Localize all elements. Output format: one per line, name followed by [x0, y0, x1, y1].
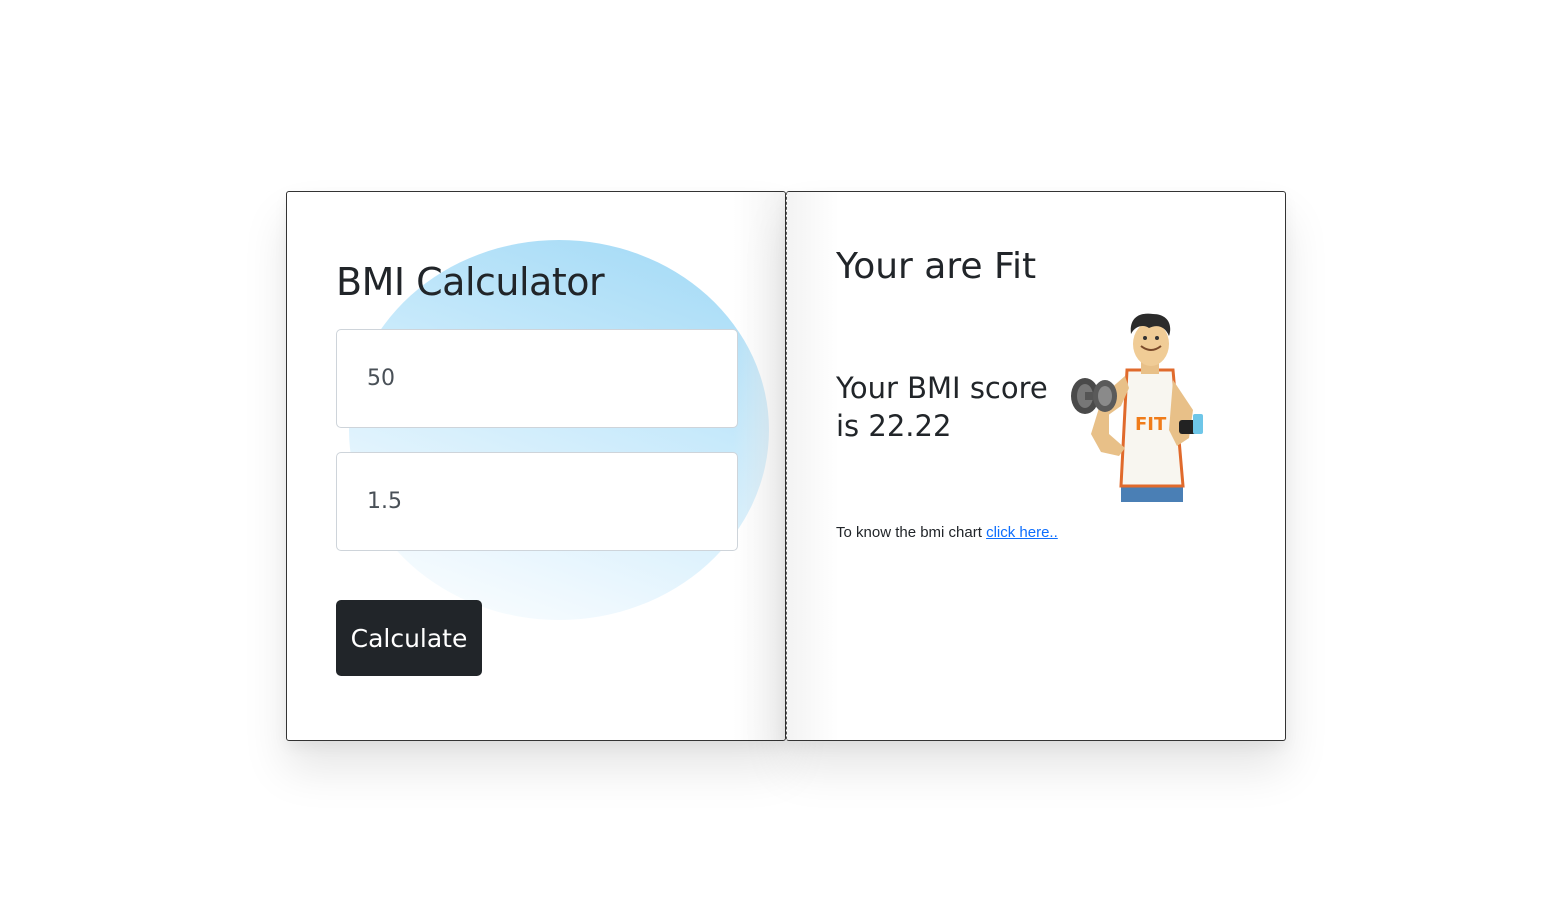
weight-input[interactable] [336, 329, 738, 428]
result-panel: Your are Fit Your BMI score is 22.22 FIT [786, 191, 1286, 741]
bmi-chart-note-text: To know the bmi chart [836, 524, 982, 541]
bmi-score-line-2: is 22.22 [836, 409, 952, 443]
bmi-chart-note: To know the bmi chart click here.. [836, 524, 1058, 541]
fit-badge-text: FIT [1135, 414, 1167, 435]
fit-man-illustration: FIT [1071, 313, 1203, 502]
bmi-chart-link[interactable]: click here.. [986, 524, 1058, 541]
height-input[interactable] [336, 452, 738, 551]
page: BMI Calculator Calculate Your are Fit Yo… [0, 0, 1566, 914]
calculator-title: BMI Calculator [336, 260, 605, 304]
bmi-score-text: Your BMI score is 22.22 [836, 369, 1066, 445]
bmi-score-line-1: Your BMI score [836, 371, 1048, 405]
page-fold-shadow [733, 192, 785, 740]
page-fold-shadow [787, 192, 839, 740]
result-status-title: Your are Fit [836, 246, 1037, 287]
calculator-panel: BMI Calculator Calculate [286, 191, 786, 741]
calculate-button[interactable]: Calculate [336, 600, 482, 676]
